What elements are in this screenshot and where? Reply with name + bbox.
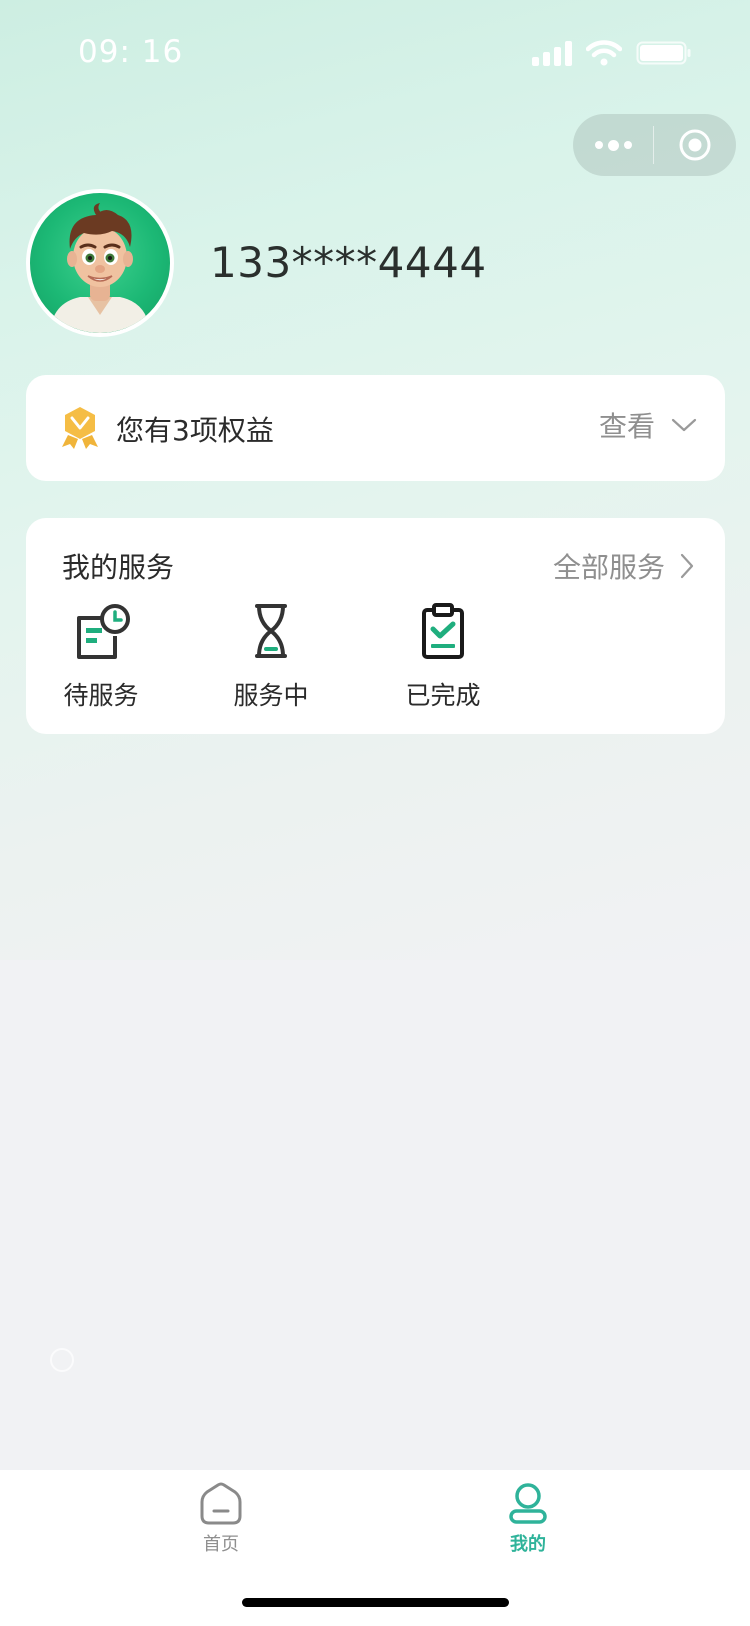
chevron-right-icon: [680, 553, 694, 579]
status-icons: [532, 40, 692, 66]
target-icon: [679, 129, 711, 161]
signal-icon: [532, 40, 572, 66]
close-button[interactable]: [654, 128, 736, 162]
tab-mine[interactable]: 我的: [468, 1482, 588, 1556]
service-in-progress-label: 服务中: [233, 681, 309, 710]
wifi-icon: [586, 40, 622, 66]
view-label: 查看: [598, 410, 655, 443]
floating-dot[interactable]: [50, 1348, 74, 1372]
all-services-label: 全部服务: [552, 551, 665, 584]
user-phone: 133****4444: [210, 238, 487, 287]
clipboard-check-icon: [422, 603, 464, 659]
more-button[interactable]: [573, 114, 653, 176]
service-completed[interactable]: 已完成: [388, 600, 498, 712]
services-title: 我的服务: [62, 551, 175, 584]
service-pending-label: 待服务: [63, 681, 139, 710]
battery-icon: [636, 41, 691, 65]
service-pending[interactable]: 待服务: [46, 600, 156, 712]
miniprogram-capsule: [573, 114, 736, 176]
tab-home[interactable]: 首页: [161, 1482, 281, 1556]
service-in-progress[interactable]: 服务中: [216, 600, 326, 712]
avatar[interactable]: [26, 189, 174, 337]
all-services-link[interactable]: 全部服务: [553, 546, 695, 586]
my-services-card: 我的服务 全部服务 待服务 服务中 已完成: [26, 518, 725, 734]
pending-service-icon: [77, 604, 130, 659]
avatar-illustration: [50, 203, 150, 333]
chevron-down-icon: [671, 418, 697, 432]
tab-home-label: 首页: [203, 1534, 239, 1555]
user-icon: [509, 1483, 547, 1524]
benefit-text: 您有3项权益: [116, 414, 274, 447]
hourglass-icon: [255, 604, 287, 658]
home-icon: [200, 1482, 242, 1525]
tab-mine-label: 我的: [510, 1534, 546, 1555]
status-bar: 09: 16: [0, 0, 750, 110]
view-benefits-button[interactable]: 查看: [599, 405, 697, 445]
benefits-card[interactable]: 您有3项权益 查看: [26, 375, 725, 481]
home-indicator: [242, 1598, 509, 1607]
benefit-badge-icon: [62, 407, 98, 449]
status-time: 09: 16: [78, 34, 184, 70]
service-completed-label: 已完成: [405, 681, 481, 710]
